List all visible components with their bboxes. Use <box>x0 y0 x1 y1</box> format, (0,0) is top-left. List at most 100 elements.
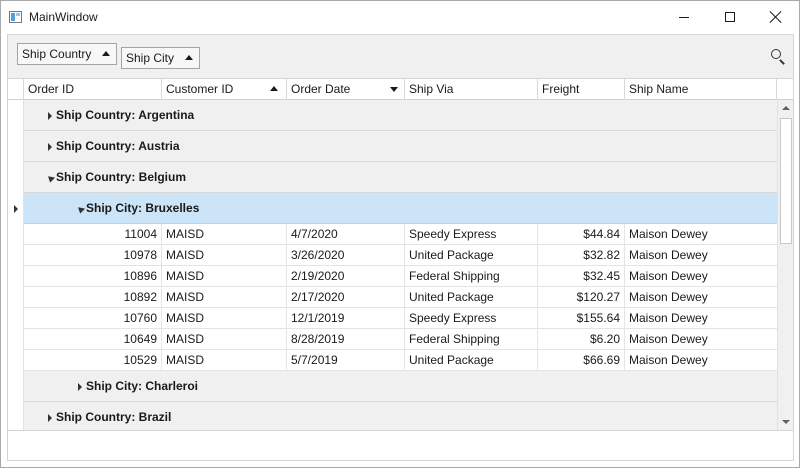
collapse-icon[interactable] <box>75 204 86 214</box>
column-header-ship-name[interactable]: Ship Name <box>625 79 777 100</box>
column-header-label: Order Date <box>291 82 351 96</box>
cell-order-date[interactable]: 5/7/2019 <box>287 350 405 371</box>
cell-ship-name[interactable]: Maison Dewey <box>625 329 777 350</box>
cell-order-id[interactable]: 10978 <box>84 245 162 266</box>
cell-customer-id[interactable]: MAISD <box>162 287 287 308</box>
cell-freight[interactable]: $32.82 <box>538 245 625 266</box>
grid-body: Ship Country: Argentina Ship Country: Au… <box>24 100 777 430</box>
group-caption: Ship City: Bruxelles <box>86 201 200 215</box>
column-header-label: Ship Via <box>409 82 454 96</box>
column-header-label: Ship Name <box>629 82 689 96</box>
group-chip-ship-city[interactable]: Ship City <box>121 47 200 69</box>
cell-ship-name[interactable]: Maison Dewey <box>625 245 777 266</box>
cell-ship-via[interactable]: Speedy Express <box>405 224 538 245</box>
cell-order-id[interactable]: 10649 <box>84 329 162 350</box>
group-row-argentina[interactable]: Ship Country: Argentina <box>24 100 777 131</box>
table-row[interactable]: 11004 MAISD 4/7/2020 Speedy Express $44.… <box>24 224 777 245</box>
group-row-charleroi[interactable]: Ship City: Charleroi <box>24 371 777 402</box>
cell-ship-name[interactable]: Maison Dewey <box>625 350 777 371</box>
cell-order-id[interactable]: 10529 <box>84 350 162 371</box>
cell-customer-id[interactable]: MAISD <box>162 329 287 350</box>
row-indicator-header <box>8 79 24 100</box>
group-caption: Ship Country: Austria <box>56 139 180 153</box>
column-header-freight[interactable]: Freight <box>538 79 625 100</box>
cell-order-id[interactable]: 10892 <box>84 287 162 308</box>
expand-icon[interactable] <box>48 143 52 151</box>
title-bar: MainWindow <box>1 1 799 34</box>
table-row[interactable]: 10649 MAISD 8/28/2019 Federal Shipping $… <box>24 329 777 350</box>
cell-customer-id[interactable]: MAISD <box>162 308 287 329</box>
minimize-icon <box>679 17 689 18</box>
cell-ship-via[interactable]: Federal Shipping <box>405 329 538 350</box>
group-row-belgium[interactable]: Ship Country: Belgium <box>24 162 777 193</box>
scroll-up-icon[interactable] <box>778 100 793 116</box>
cell-customer-id[interactable]: MAISD <box>162 350 287 371</box>
cell-order-id[interactable]: 10760 <box>84 308 162 329</box>
table-row[interactable]: 10529 MAISD 5/7/2019 United Package $66.… <box>24 350 777 371</box>
cell-order-date[interactable]: 2/17/2020 <box>287 287 405 308</box>
scroll-down-icon[interactable] <box>778 414 793 430</box>
sort-descending-icon <box>390 87 398 92</box>
table-row[interactable]: 10896 MAISD 2/19/2020 Federal Shipping $… <box>24 266 777 287</box>
data-grid: Order ID Customer ID Order Date Ship Via… <box>7 78 794 431</box>
collapse-icon[interactable] <box>45 173 56 183</box>
cell-customer-id[interactable]: MAISD <box>162 266 287 287</box>
cell-order-id[interactable]: 11004 <box>84 224 162 245</box>
close-button[interactable] <box>753 1 799 34</box>
cell-order-date[interactable]: 12/1/2019 <box>287 308 405 329</box>
cell-order-date[interactable]: 4/7/2020 <box>287 224 405 245</box>
cell-ship-via[interactable]: United Package <box>405 245 538 266</box>
table-row[interactable]: 10978 MAISD 3/26/2020 United Package $32… <box>24 245 777 266</box>
search-icon-handle <box>779 59 785 65</box>
column-header-ship-via[interactable]: Ship Via <box>405 79 538 100</box>
cell-ship-name[interactable]: Maison Dewey <box>625 287 777 308</box>
cell-ship-via[interactable]: Federal Shipping <box>405 266 538 287</box>
expand-icon[interactable] <box>78 383 82 391</box>
cell-freight[interactable]: $32.45 <box>538 266 625 287</box>
group-chip-ship-country[interactable]: Ship Country <box>17 43 117 65</box>
column-header-label: Order ID <box>28 82 75 96</box>
maximize-button[interactable] <box>707 1 753 34</box>
expand-icon[interactable] <box>48 414 52 422</box>
search-button[interactable] <box>770 48 786 65</box>
cell-freight[interactable]: $6.20 <box>538 329 625 350</box>
sort-ascending-icon <box>102 51 110 56</box>
cell-order-date[interactable]: 8/28/2019 <box>287 329 405 350</box>
column-header-order-id[interactable]: Order ID <box>24 79 162 100</box>
vertical-scrollbar[interactable] <box>777 100 793 430</box>
minimize-button[interactable] <box>661 1 707 34</box>
cell-order-id[interactable]: 10896 <box>84 266 162 287</box>
cell-order-date[interactable]: 2/19/2020 <box>287 266 405 287</box>
group-panel: Ship Country Ship City <box>7 34 794 78</box>
sort-ascending-icon <box>185 55 193 60</box>
cell-order-date[interactable]: 3/26/2020 <box>287 245 405 266</box>
cell-ship-name[interactable]: Maison Dewey <box>625 266 777 287</box>
cell-ship-via[interactable]: United Package <box>405 287 538 308</box>
cell-freight[interactable]: $66.69 <box>538 350 625 371</box>
cell-ship-via[interactable]: Speedy Express <box>405 308 538 329</box>
group-row-austria[interactable]: Ship Country: Austria <box>24 131 777 162</box>
group-caption: Ship Country: Brazil <box>56 410 172 424</box>
cell-ship-via[interactable]: United Package <box>405 350 538 371</box>
cell-customer-id[interactable]: MAISD <box>162 245 287 266</box>
scrollbar-thumb[interactable] <box>780 118 792 244</box>
group-row-brazil[interactable]: Ship Country: Brazil <box>24 402 777 430</box>
group-row-bruxelles[interactable]: Ship City: Bruxelles <box>24 193 777 224</box>
cell-freight[interactable]: $44.84 <box>538 224 625 245</box>
column-header-label: Customer ID <box>166 82 234 96</box>
group-chip-label: Ship City <box>126 51 175 65</box>
cell-customer-id[interactable]: MAISD <box>162 224 287 245</box>
expand-icon[interactable] <box>48 112 52 120</box>
main-window: MainWindow Ship Country Ship City Order … <box>0 0 800 468</box>
column-header-order-date[interactable]: Order Date <box>287 79 405 100</box>
cell-ship-name[interactable]: Maison Dewey <box>625 224 777 245</box>
cell-ship-name[interactable]: Maison Dewey <box>625 308 777 329</box>
cell-freight[interactable]: $155.64 <box>538 308 625 329</box>
table-row[interactable]: 10892 MAISD 2/17/2020 United Package $12… <box>24 287 777 308</box>
grid-footer <box>7 431 794 461</box>
table-row[interactable]: 10760 MAISD 12/1/2019 Speedy Express $15… <box>24 308 777 329</box>
cell-freight[interactable]: $120.27 <box>538 287 625 308</box>
column-header-customer-id[interactable]: Customer ID <box>162 79 287 100</box>
sort-ascending-icon <box>270 86 278 91</box>
group-chip-label: Ship Country <box>22 47 92 61</box>
